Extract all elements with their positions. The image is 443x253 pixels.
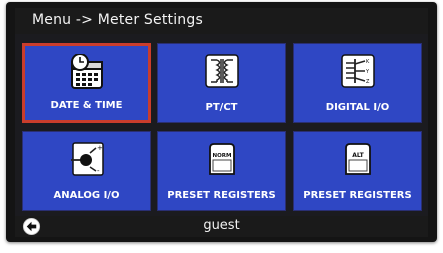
tile-analog-io[interactable]: + - ANALOG I/O (22, 131, 151, 211)
tile-label: DATE & TIME (50, 100, 123, 111)
tile-date-time[interactable]: DATE & TIME (22, 43, 151, 123)
transformer-icon (204, 54, 239, 88)
tile-digital-io[interactable]: K Y Z DIGITAL I/O (293, 43, 422, 123)
current-user: guest (203, 218, 240, 233)
tile-label: PRESET REGISTERS (303, 190, 412, 201)
tile-label: PT/CT (205, 102, 238, 113)
title-bar: Menu -> Meter Settings (15, 8, 428, 34)
tile-label: ANALOG I/O (53, 190, 120, 201)
preset-norm-icon: NORM (208, 143, 235, 175)
calendar-clock-icon (70, 54, 103, 89)
page-title: Menu -> Meter Settings (32, 12, 203, 28)
tile-preset-registers-alt[interactable]: ALT PRESET REGISTERS (293, 131, 422, 211)
svg-text:Z: Z (366, 79, 370, 85)
screen: Menu -> Meter Settings DATE & TIME PT/CT… (15, 8, 428, 237)
tile-preset-registers-norm[interactable]: NORM PRESET REGISTERS (157, 131, 286, 211)
tile-label: PRESET REGISTERS (167, 190, 276, 201)
preset-alt-icon: ALT (344, 143, 371, 175)
svg-text:ALT: ALT (352, 152, 364, 159)
menu-grid: DATE & TIME PT/CT K Y Z DIGITAL I/O + - … (20, 41, 424, 213)
status-bar: guest (15, 216, 428, 237)
svg-text:NORM: NORM (212, 153, 231, 159)
tile-pt-ct[interactable]: PT/CT (157, 43, 286, 123)
tile-label: DIGITAL I/O (325, 102, 390, 113)
analog-io-icon: + - (70, 142, 104, 176)
svg-text:+: + (97, 144, 103, 152)
digital-io-icon: K Y Z (340, 54, 375, 88)
